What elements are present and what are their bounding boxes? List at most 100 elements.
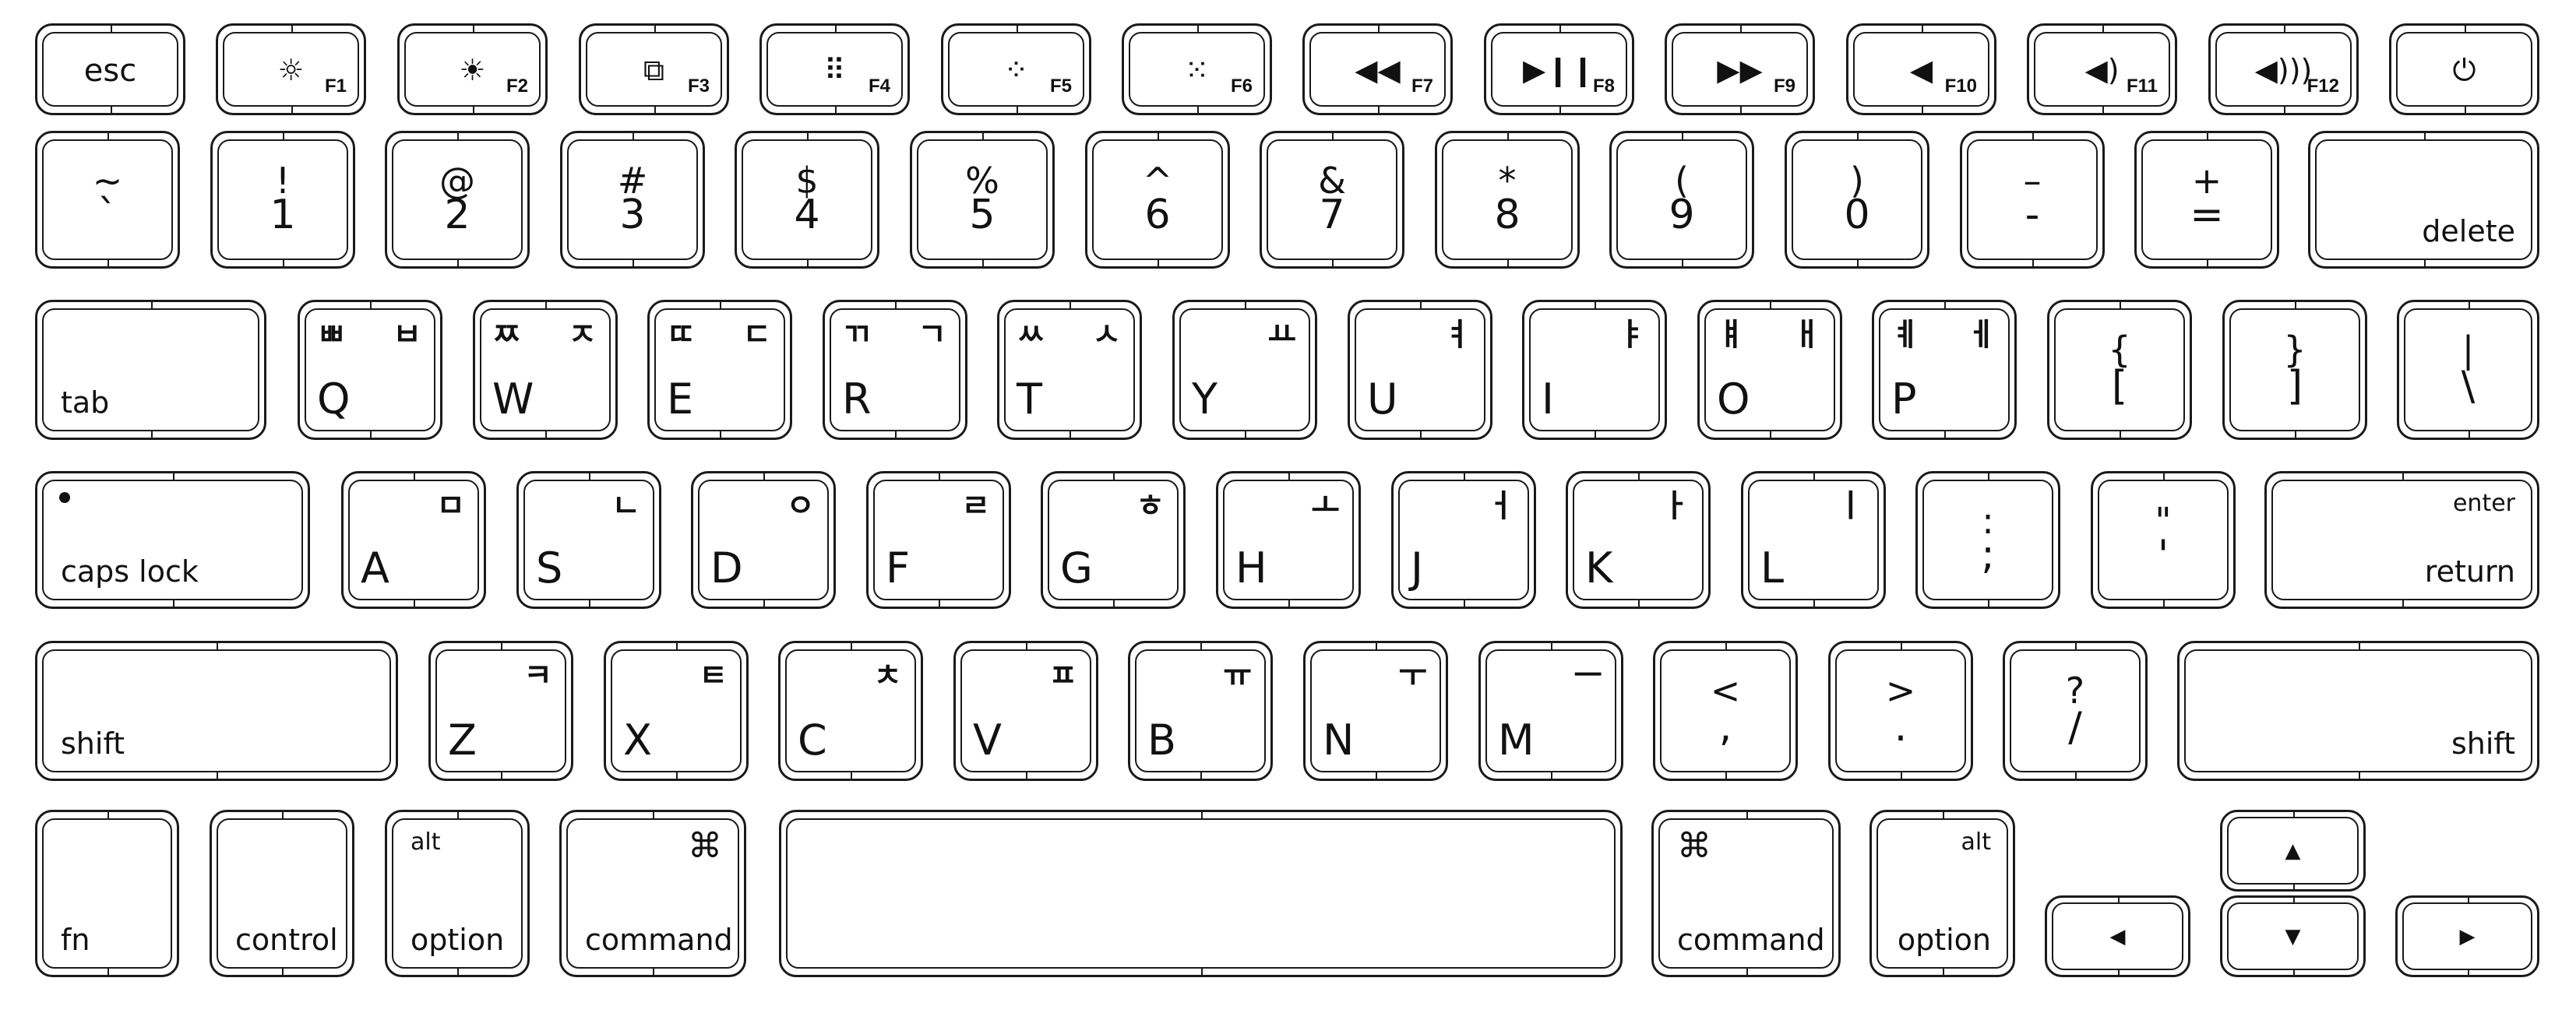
- key-5[interactable]: % 5: [910, 131, 1055, 269]
- key-right-option[interactable]: alt option: [1869, 810, 2015, 977]
- key-power[interactable]: ⏻: [2389, 23, 2539, 115]
- key-f6[interactable]: ⁙ F6: [1122, 23, 1272, 115]
- hangul-label: ㅣ: [1836, 488, 1865, 524]
- key-k[interactable]: ㅏK: [1566, 471, 1711, 609]
- key-arrow-up[interactable]: ▲: [2220, 810, 2366, 892]
- key-edge-mark: [2358, 772, 2360, 779]
- key-period[interactable]: >.: [1828, 641, 1973, 781]
- key-f5[interactable]: ⁘ F5: [941, 23, 1091, 115]
- key-lbracket[interactable]: {[: [2047, 300, 2192, 440]
- key-d[interactable]: ㅇD: [691, 471, 836, 609]
- key-f12[interactable]: ◀))) F12: [2208, 23, 2359, 115]
- key-2[interactable]: @2: [385, 131, 530, 269]
- key-v[interactable]: ㅍV: [953, 641, 1098, 781]
- key-left-option[interactable]: alt option: [385, 810, 530, 977]
- key-t[interactable]: ㅆ ㅅ T: [997, 300, 1142, 440]
- key-8[interactable]: * 8: [1435, 131, 1580, 269]
- key-slash[interactable]: ? /: [2003, 641, 2148, 781]
- key-f2[interactable]: ☀ F2: [397, 23, 548, 115]
- key-caps-lock[interactable]: caps lock: [35, 471, 310, 609]
- key-backslash[interactable]: | \: [2397, 300, 2539, 440]
- key-f8[interactable]: ▶❙❙ F8: [1484, 23, 1634, 115]
- key-x[interactable]: ㅌX: [604, 641, 749, 781]
- key-edge-mark: [2468, 302, 2470, 308]
- key-backtick[interactable]: ~ `: [35, 131, 180, 269]
- key-q[interactable]: ㅃ ㅂ Q: [298, 300, 442, 440]
- key-edge-mark: [807, 133, 809, 139]
- key-label: command: [585, 923, 733, 957]
- key-f1[interactable]: ☼ F1: [216, 23, 366, 115]
- key-semicolon[interactable]: :;: [1915, 471, 2060, 609]
- key-rbracket[interactable]: }]: [2222, 300, 2367, 440]
- key-edge-mark: [2102, 26, 2104, 32]
- key-left-command[interactable]: ⌘ command: [559, 810, 746, 977]
- key-edge-mark: [370, 302, 372, 308]
- key-symbol: 5: [969, 192, 996, 238]
- key-e[interactable]: ㄸ ㄷ E: [647, 300, 792, 440]
- key-1[interactable]: ! 1: [210, 131, 355, 269]
- key-f10[interactable]: ◀ F10: [1846, 23, 1996, 115]
- key-f11[interactable]: ◀) F11: [2027, 23, 2177, 115]
- key-fn[interactable]: fn: [35, 810, 179, 977]
- key-w[interactable]: ㅉ ㅈW: [473, 300, 618, 440]
- key-f[interactable]: ㄹF: [866, 471, 1011, 609]
- key-h[interactable]: ㅗH: [1216, 471, 1361, 609]
- key-symbol: ': [2157, 532, 2169, 579]
- key-symbol: 4: [794, 192, 820, 238]
- key-s[interactable]: ㄴS: [516, 471, 661, 609]
- key-arrow-right[interactable]: ▶: [2395, 895, 2539, 977]
- key-n[interactable]: ㅜN: [1303, 641, 1448, 781]
- key-equals[interactable]: + =: [2134, 131, 2279, 269]
- key-u[interactable]: ㅕU: [1348, 300, 1492, 440]
- key-6[interactable]: ^ 6: [1085, 131, 1230, 269]
- key-esc[interactable]: esc: [35, 23, 185, 115]
- key-j[interactable]: ㅓJ: [1391, 471, 1536, 609]
- key-c[interactable]: ㅊC: [778, 641, 923, 781]
- key-edge-mark: [1559, 107, 1561, 113]
- key-right-command[interactable]: ⌘ command: [1651, 810, 1841, 977]
- key-edge-mark: [472, 26, 474, 32]
- key-edge-mark: [1196, 107, 1199, 113]
- key-3[interactable]: #3: [560, 131, 705, 269]
- key-m[interactable]: ㅡM: [1478, 641, 1623, 781]
- key-left-shift[interactable]: shift: [35, 641, 398, 781]
- key-comma[interactable]: <,: [1653, 641, 1798, 781]
- key-y[interactable]: ㅛY: [1172, 300, 1317, 440]
- key-arrow-down[interactable]: ▼: [2220, 895, 2366, 977]
- key-o[interactable]: ㅒ ㅐ O: [1697, 300, 1842, 440]
- key-edge-mark: [370, 431, 372, 438]
- key-0[interactable]: ) 0: [1785, 131, 1929, 269]
- key-letter: R: [842, 375, 872, 424]
- key-z[interactable]: ㅋZ: [428, 641, 573, 781]
- key-right-shift[interactable]: shift: [2177, 641, 2539, 781]
- function-number-label: F9: [1773, 76, 1795, 97]
- key-f9[interactable]: ▶▶ F9: [1665, 23, 1815, 115]
- key-edge-mark: [939, 473, 940, 480]
- key-control[interactable]: control: [210, 810, 354, 977]
- key-minus[interactable]: – -: [1960, 131, 2105, 269]
- key-f4[interactable]: ⠿ F4: [759, 23, 910, 115]
- function-number-label: F6: [1230, 76, 1253, 97]
- key-delete[interactable]: delete: [2308, 131, 2539, 269]
- key-return[interactable]: enter return: [2264, 471, 2539, 609]
- key-edge-mark: [2464, 107, 2466, 113]
- key-f3[interactable]: ⧉ F3: [579, 23, 729, 115]
- key-r[interactable]: ㄲ ㄱ R: [823, 300, 967, 440]
- key-g[interactable]: ㅎG: [1041, 471, 1186, 609]
- key-space[interactable]: [779, 810, 1623, 977]
- key-edge-mark: [2075, 643, 2077, 649]
- key-arrow-left[interactable]: ◀: [2045, 895, 2190, 977]
- key-b[interactable]: ㅠB: [1128, 641, 1273, 781]
- key-i[interactable]: ㅑI: [1522, 300, 1667, 440]
- key-edge-mark: [2283, 26, 2285, 32]
- key-9[interactable]: (9: [1609, 131, 1754, 269]
- key-l[interactable]: ㅣL: [1741, 471, 1886, 609]
- key-quote[interactable]: " ': [2091, 471, 2236, 609]
- key-f7[interactable]: ◀◀ F7: [1302, 23, 1453, 115]
- key-tab[interactable]: tab: [35, 300, 266, 440]
- key-a[interactable]: ㅁA: [341, 471, 486, 609]
- key-edge-mark: [2295, 431, 2296, 438]
- key-7[interactable]: & 7: [1260, 131, 1404, 269]
- key-4[interactable]: $4: [735, 131, 879, 269]
- key-p[interactable]: ㅖ ㅔ P: [1872, 300, 2017, 440]
